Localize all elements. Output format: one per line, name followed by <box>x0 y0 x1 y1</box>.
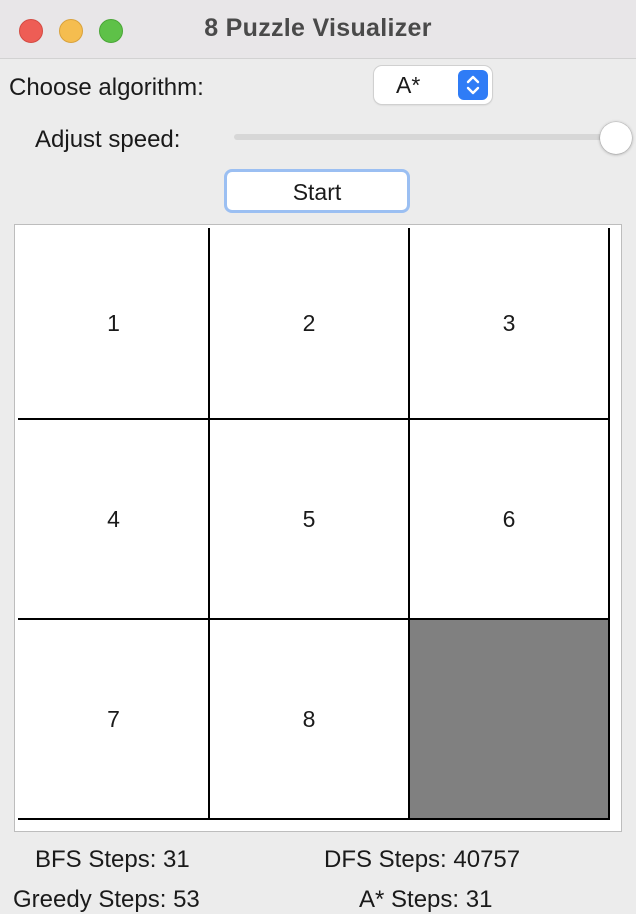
window-title: 8 Puzzle Visualizer <box>204 14 432 42</box>
grid-line <box>208 228 210 820</box>
bfs-steps-label: BFS Steps: 31 <box>35 846 190 873</box>
grid-line <box>18 618 610 620</box>
greedy-steps-label: Greedy Steps: 53 <box>13 886 200 913</box>
dfs-steps-label: DFS Steps: 40757 <box>324 846 521 873</box>
grid-line <box>608 228 610 820</box>
tile-3[interactable]: 3 <box>409 228 609 419</box>
tile-7[interactable]: 7 <box>18 619 209 819</box>
tile-blank[interactable] <box>409 619 609 819</box>
tile-8[interactable]: 8 <box>209 619 409 819</box>
astar-steps-label: A* Steps: 31 <box>359 886 493 913</box>
grid-line <box>18 418 610 420</box>
algorithm-select[interactable]: A* <box>374 66 492 104</box>
grid-line <box>18 818 610 820</box>
up-down-chevron-icon <box>458 70 488 100</box>
algorithm-select-value: A* <box>396 72 421 98</box>
tile-2[interactable]: 2 <box>209 228 409 419</box>
tile-1[interactable]: 1 <box>18 228 209 419</box>
app-window: 8 Puzzle Visualizer Choose algorithm: A*… <box>0 0 636 914</box>
grid-line <box>408 228 410 820</box>
title-bar: 8 Puzzle Visualizer <box>0 0 636 59</box>
tile-5[interactable]: 5 <box>209 419 409 619</box>
speed-slider-thumb[interactable] <box>600 122 632 154</box>
speed-label: Adjust speed: <box>35 126 181 153</box>
start-button[interactable]: Start <box>224 169 410 213</box>
speed-slider-track[interactable] <box>234 134 624 140</box>
algorithm-label: Choose algorithm: <box>9 74 204 101</box>
tile-4[interactable]: 4 <box>18 419 209 619</box>
tile-6[interactable]: 6 <box>409 419 609 619</box>
